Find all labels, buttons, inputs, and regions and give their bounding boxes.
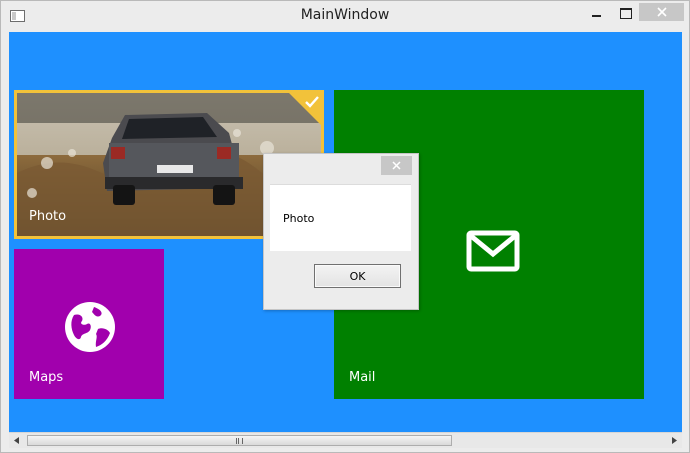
- close-icon: [656, 7, 667, 17]
- checkmark-icon: [305, 96, 319, 108]
- dialog-message: Photo: [283, 212, 315, 225]
- globe-icon: [65, 302, 115, 352]
- maximize-button[interactable]: [613, 3, 639, 23]
- close-button[interactable]: [639, 3, 684, 21]
- close-icon: [392, 161, 401, 170]
- mail-tile-label: Mail: [349, 370, 376, 385]
- minimize-button[interactable]: [579, 3, 613, 23]
- main-window: MainWindow Photo Maps Mail Photo OK: [0, 0, 690, 453]
- arrow-right-icon: [672, 437, 677, 444]
- dialog-message-area: Photo: [270, 184, 411, 251]
- envelope-icon: [466, 230, 520, 272]
- scroll-thumb[interactable]: [27, 435, 452, 446]
- grip-icon: [236, 438, 243, 444]
- arrow-left-icon: [14, 437, 19, 444]
- scroll-left-button[interactable]: [9, 433, 25, 448]
- dialog-close-button[interactable]: [381, 156, 412, 175]
- ok-button[interactable]: OK: [314, 264, 401, 288]
- minimize-icon: [591, 15, 601, 17]
- photo-tile-label: Photo: [29, 209, 67, 224]
- maps-tile-label: Maps: [29, 370, 64, 385]
- scroll-right-button[interactable]: [666, 433, 682, 448]
- message-dialog: Photo OK: [263, 153, 419, 310]
- horizontal-scrollbar[interactable]: [9, 432, 682, 448]
- maximize-icon: [620, 7, 632, 19]
- title-bar[interactable]: MainWindow: [1, 1, 689, 31]
- maps-tile[interactable]: Maps: [14, 249, 164, 399]
